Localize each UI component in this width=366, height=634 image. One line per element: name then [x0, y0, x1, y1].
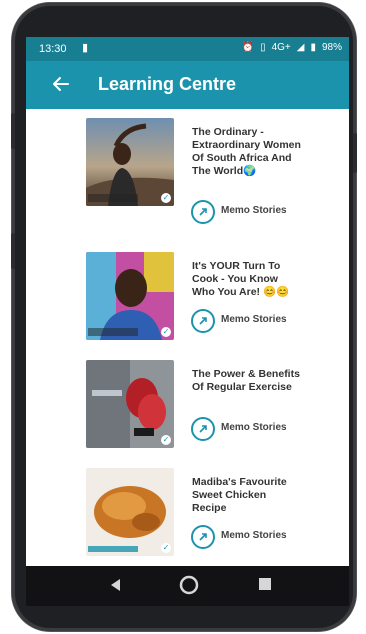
power-button [353, 133, 357, 173]
nav-home-icon[interactable] [179, 575, 199, 600]
article-item[interactable]: ✓ It's YOUR Turn To Cook - You Know Who … [26, 252, 349, 360]
article-title: Madiba's Favourite Sweet Chicken Recipe [192, 476, 287, 514]
link-icon [191, 309, 215, 333]
source-link[interactable]: Memo Stories [191, 525, 311, 549]
vibrate-icon: ▯ [260, 42, 266, 53]
status-icons: ⏰ ▯ 4G+ ◢ ▮ 98% [242, 42, 342, 53]
check-icon: ✓ [161, 435, 171, 445]
article-thumbnail[interactable]: ✓ [86, 252, 174, 340]
back-arrow-icon[interactable] [50, 73, 72, 95]
source-label: Memo Stories [221, 314, 287, 325]
nav-recents-icon[interactable] [258, 577, 272, 596]
status-bar: 13:30 ▮ ⏰ ▯ 4G+ ◢ ▮ 98% [26, 37, 349, 61]
article-item[interactable]: ✓ The Power & Benefits Of Regular Exerci… [26, 360, 349, 468]
article-thumbnail[interactable]: ✓ [86, 360, 174, 448]
page-title: Learning Centre [98, 74, 237, 94]
battery-icon: ▮ [310, 42, 316, 53]
article-item[interactable]: ✓ The Ordinary - Extraordinary Women Of … [26, 118, 349, 226]
link-icon [191, 200, 215, 224]
article-thumbnail[interactable]: ✓ [86, 118, 174, 206]
battery-level: 98% [321, 42, 342, 53]
system-nav-bar [26, 566, 349, 606]
link-icon [191, 417, 215, 441]
check-icon: ✓ [161, 327, 171, 337]
nav-back-icon[interactable] [108, 577, 124, 598]
article-title: It's YOUR Turn To Cook - You Know Who Yo… [192, 260, 290, 298]
source-link[interactable]: Memo Stories [191, 200, 311, 224]
source-link[interactable]: Memo Stories [191, 309, 311, 333]
article-item[interactable]: ✓ Madiba's Favourite Sweet Chicken Recip… [26, 468, 349, 566]
link-icon [191, 525, 215, 549]
status-time: 13:30 [39, 43, 67, 55]
screen: 13:30 ▮ ⏰ ▯ 4G+ ◢ ▮ 98% Learning Centre [26, 37, 349, 566]
app-bar: Learning Centre [26, 61, 349, 109]
signal-icon: ◢ [296, 42, 305, 53]
check-icon: ✓ [161, 543, 171, 553]
article-title: The Ordinary - Extraordinary Women Of So… [192, 126, 301, 177]
source-link[interactable]: Memo Stories [191, 417, 311, 441]
source-label: Memo Stories [221, 422, 287, 433]
volume-down-button [11, 233, 15, 269]
source-label: Memo Stories [221, 205, 287, 216]
article-thumbnail[interactable]: ✓ [86, 468, 174, 556]
sim-icon: ▮ [82, 42, 89, 54]
check-icon: ✓ [161, 193, 171, 203]
article-title: The Power & Benefits Of Regular Exercise [192, 368, 300, 393]
alarm-icon: ⏰ [241, 42, 255, 53]
source-label: Memo Stories [221, 530, 287, 541]
network-label: 4G+ [271, 42, 291, 53]
article-list: ✓ The Ordinary - Extraordinary Women Of … [26, 109, 349, 566]
volume-up-button [11, 113, 15, 149]
